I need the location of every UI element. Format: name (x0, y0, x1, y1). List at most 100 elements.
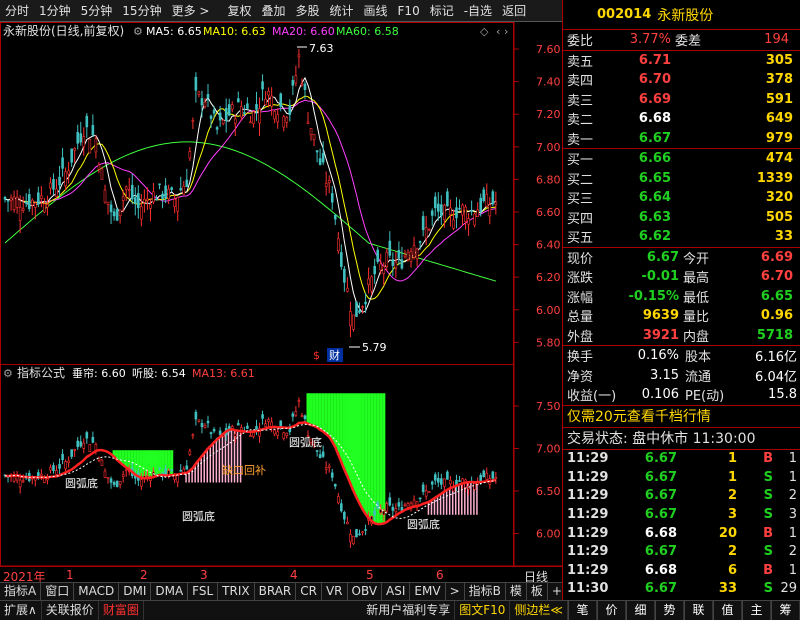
trade-tick-row: 11:29 6.67 1 S 1 (563, 468, 800, 487)
side-tab-bi[interactable]: 笔 (568, 601, 597, 620)
tab-window[interactable]: 窗口 (41, 583, 75, 600)
tab-brar[interactable]: BRAR (255, 583, 297, 600)
tab-fsl[interactable]: FSL (188, 583, 219, 600)
fund-value: 3.15 (650, 367, 679, 383)
candlesticks (3, 48, 498, 338)
bid-level[interactable]: 买三 6.64 320 (563, 188, 800, 208)
candle-body (106, 201, 110, 205)
candle-body (9, 197, 13, 201)
finance-marker[interactable]: 财 (329, 348, 340, 362)
bid-level[interactable]: 买五 6.62 33 (563, 227, 800, 247)
menu-zixuan[interactable]: -自选 (459, 0, 497, 22)
tab-vr[interactable]: VR (322, 583, 348, 600)
tab-template[interactable]: 模 (506, 583, 527, 600)
menu-5min[interactable]: 5分钟 (76, 0, 118, 22)
tab-indicator-a[interactable]: 指标A (0, 583, 42, 600)
candle-body (37, 192, 40, 205)
side-tab-lian[interactable]: 联 (684, 601, 713, 620)
side-tab-zhi[interactable]: 值 (713, 601, 742, 620)
menu-duogu[interactable]: 多股 (290, 0, 324, 22)
menu-biaoji[interactable]: 标记 (425, 0, 459, 22)
kline-chart-area[interactable]: 永新股份(日线,前复权) ⚙ MA5: 6.65 MA10: 6.63 MA20… (0, 22, 562, 567)
wealth-circle-tab[interactable]: 财富圈 (99, 601, 144, 620)
menu-f10[interactable]: F10 (393, 0, 425, 22)
menu-15min[interactable]: 15分钟 (117, 0, 166, 22)
ask-level[interactable]: 卖三 6.69 591 (563, 90, 800, 110)
tick-volume: 2 (727, 544, 737, 560)
candle-body (382, 266, 386, 274)
histogram-bar (306, 393, 310, 424)
menu-1min[interactable]: 1分钟 (34, 0, 76, 22)
ma60-line (4, 141, 497, 282)
candle-body (294, 75, 298, 84)
menu-more[interactable]: 更多 > (167, 0, 215, 22)
menu-tongji[interactable]: 统计 (325, 0, 359, 22)
histogram-bar (345, 393, 349, 477)
tab-asi[interactable]: ASI (382, 583, 411, 600)
indicator-candle-body (91, 437, 95, 443)
weibi-row: 委比 3.77% 委差 194 (563, 30, 800, 50)
ask-level[interactable]: 卖四 6.70 378 (563, 70, 800, 90)
tick-side: S (763, 488, 773, 504)
tab-indicator-b[interactable]: 指标B (465, 583, 506, 600)
indicator-candle-body (124, 469, 128, 471)
indicator-candle-body (70, 449, 73, 457)
bid-level[interactable]: 买二 6.65 1339 (563, 169, 800, 189)
expand-button[interactable]: 扩展∧ (0, 601, 42, 620)
histogram-bar (321, 393, 325, 432)
menu-fenshi[interactable]: 分时 (0, 0, 34, 22)
f10-graphic-tab[interactable]: 图文F10 (455, 601, 511, 620)
bid-level[interactable]: 买四 6.63 505 (563, 208, 800, 228)
chevron-right-icon[interactable]: › (504, 25, 508, 38)
menu-back[interactable]: 返回 (497, 0, 531, 22)
tab-dmi[interactable]: DMI (119, 583, 152, 600)
histogram-bar (433, 497, 436, 515)
tick-volume: 1 (727, 451, 737, 467)
settings-icon[interactable]: ⚙ (133, 25, 143, 38)
side-tab-xi[interactable]: 细 (626, 601, 655, 620)
candle-body (100, 168, 104, 180)
candle-body (97, 164, 101, 170)
side-tab-zhu[interactable]: 主 (742, 601, 771, 620)
bid-level[interactable]: 买一 6.66 474 (563, 149, 800, 169)
indicator-settings-icon[interactable]: ⚙ (3, 367, 13, 380)
tab-macd[interactable]: MACD (74, 583, 120, 600)
tab-dma[interactable]: DMA (151, 583, 189, 600)
histogram-bar (124, 450, 128, 468)
tick-count: 1 (788, 525, 797, 541)
diamond-icon[interactable]: ◇ (480, 25, 489, 38)
indicator-candle-body (179, 469, 183, 472)
dollar-marker[interactable]: $ (313, 349, 320, 362)
menu-fuquan[interactable]: 复权 (222, 0, 256, 22)
candle-body (33, 202, 37, 208)
tab-next[interactable]: > (446, 583, 465, 600)
new-user-welfare-link[interactable]: 新用户福利专享 (362, 601, 456, 620)
side-tab-jia[interactable]: 价 (597, 601, 626, 620)
tab-trix[interactable]: TRIX (218, 583, 255, 600)
candle-body (58, 176, 61, 186)
histogram-bar (309, 393, 313, 425)
ask-level[interactable]: 卖二 6.68 649 (563, 109, 800, 129)
tab-board[interactable]: 板 (527, 583, 548, 600)
candle-body (397, 250, 401, 258)
ask-level[interactable]: 卖一 6.67 979 (563, 129, 800, 149)
candle-body (112, 211, 116, 217)
tab-cr[interactable]: CR (296, 583, 322, 600)
candle-body (373, 265, 376, 275)
related-quotes-tab[interactable]: 关联报价 (42, 601, 99, 620)
promo-banner[interactable]: 仅需20元查看千档行情 (563, 406, 800, 428)
ask-level[interactable]: 卖五 6.71 305 (563, 51, 800, 71)
side-tab-chou[interactable]: 筹 (771, 601, 800, 620)
kline-svg[interactable]: 永新股份(日线,前复权) ⚙ MA5: 6.65 MA10: 6.63 MA20… (0, 22, 562, 567)
candle-body (276, 114, 280, 123)
tab-obv[interactable]: OBV (348, 583, 383, 600)
indicator-candle-body (324, 467, 328, 470)
sidebar-toggle[interactable]: 侧边栏≪ (510, 601, 568, 620)
side-tab-shi[interactable]: 势 (655, 601, 684, 620)
chevron-left-icon[interactable]: ‹ (496, 25, 500, 38)
high-annotation: 7.63 (309, 42, 334, 55)
menu-diejia[interactable]: 叠加 (256, 0, 290, 22)
candle-body (182, 185, 186, 195)
tab-emv[interactable]: EMV (410, 583, 446, 600)
menu-huaxian[interactable]: 画线 (359, 0, 393, 22)
